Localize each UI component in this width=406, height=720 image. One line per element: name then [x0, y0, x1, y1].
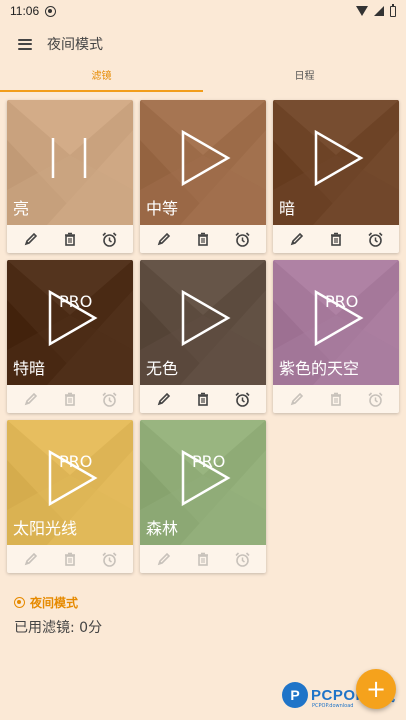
filter-name: 紫色的天空: [279, 359, 360, 378]
filter-card: PRO 紫色的天空: [273, 260, 399, 413]
edit-icon[interactable]: [154, 229, 174, 249]
tab-schedule[interactable]: 日程: [203, 66, 406, 92]
edit-icon[interactable]: [154, 549, 174, 569]
battery-icon: [390, 3, 396, 17]
filter-thumbnail[interactable]: PRO 太阳光线: [7, 420, 133, 545]
alarm-icon[interactable]: [99, 229, 119, 249]
alarm-icon[interactable]: [232, 389, 252, 409]
footer-header: 夜间模式: [14, 594, 102, 611]
edit-icon[interactable]: [154, 389, 174, 409]
edit-icon[interactable]: [21, 389, 41, 409]
filter-thumbnail[interactable]: PRO 紫色的天空: [273, 260, 399, 385]
filter-card: 暗: [273, 100, 399, 253]
filter-actions: [273, 385, 399, 413]
delete-icon[interactable]: [60, 549, 80, 569]
filter-card: PRO 太阳光线: [7, 420, 133, 573]
filter-card: 无色: [140, 260, 266, 413]
menu-icon[interactable]: [18, 38, 32, 50]
filter-actions: [140, 225, 266, 253]
filter-actions: [140, 385, 266, 413]
filter-actions: [7, 385, 133, 413]
pro-badge: PRO: [59, 292, 93, 311]
filter-thumbnail[interactable]: 暗: [273, 100, 399, 225]
filter-thumbnail[interactable]: PRO 森林: [140, 420, 266, 545]
filter-card: 中等: [140, 100, 266, 253]
delete-icon[interactable]: [60, 389, 80, 409]
filter-card: PRO 特暗: [7, 260, 133, 413]
filter-actions: [7, 225, 133, 253]
filter-actions: [273, 225, 399, 253]
alarm-icon[interactable]: [365, 229, 385, 249]
filter-actions: [7, 545, 133, 573]
app-title: 夜间模式: [47, 37, 103, 53]
filter-card: PRO 森林: [140, 420, 266, 573]
footer-status: 夜间模式 已用滤镜: 0分: [14, 594, 102, 637]
signal-icon: [374, 6, 384, 16]
delete-icon[interactable]: [193, 549, 213, 569]
tab-filters[interactable]: 滤镜: [0, 66, 203, 92]
pro-badge: PRO: [192, 452, 226, 471]
alarm-icon[interactable]: [232, 229, 252, 249]
watermark-sub: PCPOP.download: [312, 703, 354, 709]
add-button[interactable]: +: [356, 669, 396, 709]
pro-badge: PRO: [325, 292, 359, 311]
filter-thumbnail[interactable]: PRO 特暗: [7, 260, 133, 385]
filter-thumbnail[interactable]: 无色: [140, 260, 266, 385]
status-icons: [356, 3, 396, 17]
edit-icon[interactable]: [287, 389, 307, 409]
filter-name: 亮: [13, 199, 30, 218]
status-bar: 11:06: [0, 0, 406, 22]
status-time: 11:06: [10, 4, 40, 18]
app-bar: 夜间模式: [0, 22, 406, 66]
filter-thumbnail[interactable]: 亮: [7, 100, 133, 225]
edit-icon[interactable]: [287, 229, 307, 249]
watermark-badge-icon: P: [282, 682, 308, 708]
filter-name: 太阳光线: [13, 519, 78, 538]
edit-icon[interactable]: [21, 229, 41, 249]
filter-name: 特暗: [13, 359, 46, 378]
delete-icon[interactable]: [326, 389, 346, 409]
used-filters-text: 已用滤镜: 0分: [14, 620, 103, 636]
filter-name: 中等: [146, 199, 179, 218]
alarm-icon[interactable]: [365, 389, 385, 409]
filter-name: 森林: [146, 519, 179, 538]
filter-name: 暗: [279, 199, 296, 218]
wifi-icon: [356, 6, 368, 16]
notification-icon: [45, 5, 57, 17]
delete-icon[interactable]: [193, 229, 213, 249]
edit-icon[interactable]: [21, 549, 41, 569]
delete-icon[interactable]: [193, 389, 213, 409]
filter-card: 亮: [7, 100, 133, 253]
alarm-icon[interactable]: [99, 549, 119, 569]
alarm-icon[interactable]: [99, 389, 119, 409]
add-icon: +: [365, 675, 387, 703]
delete-icon[interactable]: [60, 229, 80, 249]
footer-title: 夜间模式: [30, 596, 79, 610]
filter-actions: [140, 545, 266, 573]
filter-name: 无色: [146, 359, 179, 378]
tab-bar: 滤镜 日程: [0, 66, 406, 92]
pro-badge: PRO: [59, 452, 93, 471]
filter-thumbnail[interactable]: 中等: [140, 100, 266, 225]
alarm-icon[interactable]: [232, 549, 252, 569]
radio-icon: [14, 597, 25, 608]
delete-icon[interactable]: [326, 229, 346, 249]
